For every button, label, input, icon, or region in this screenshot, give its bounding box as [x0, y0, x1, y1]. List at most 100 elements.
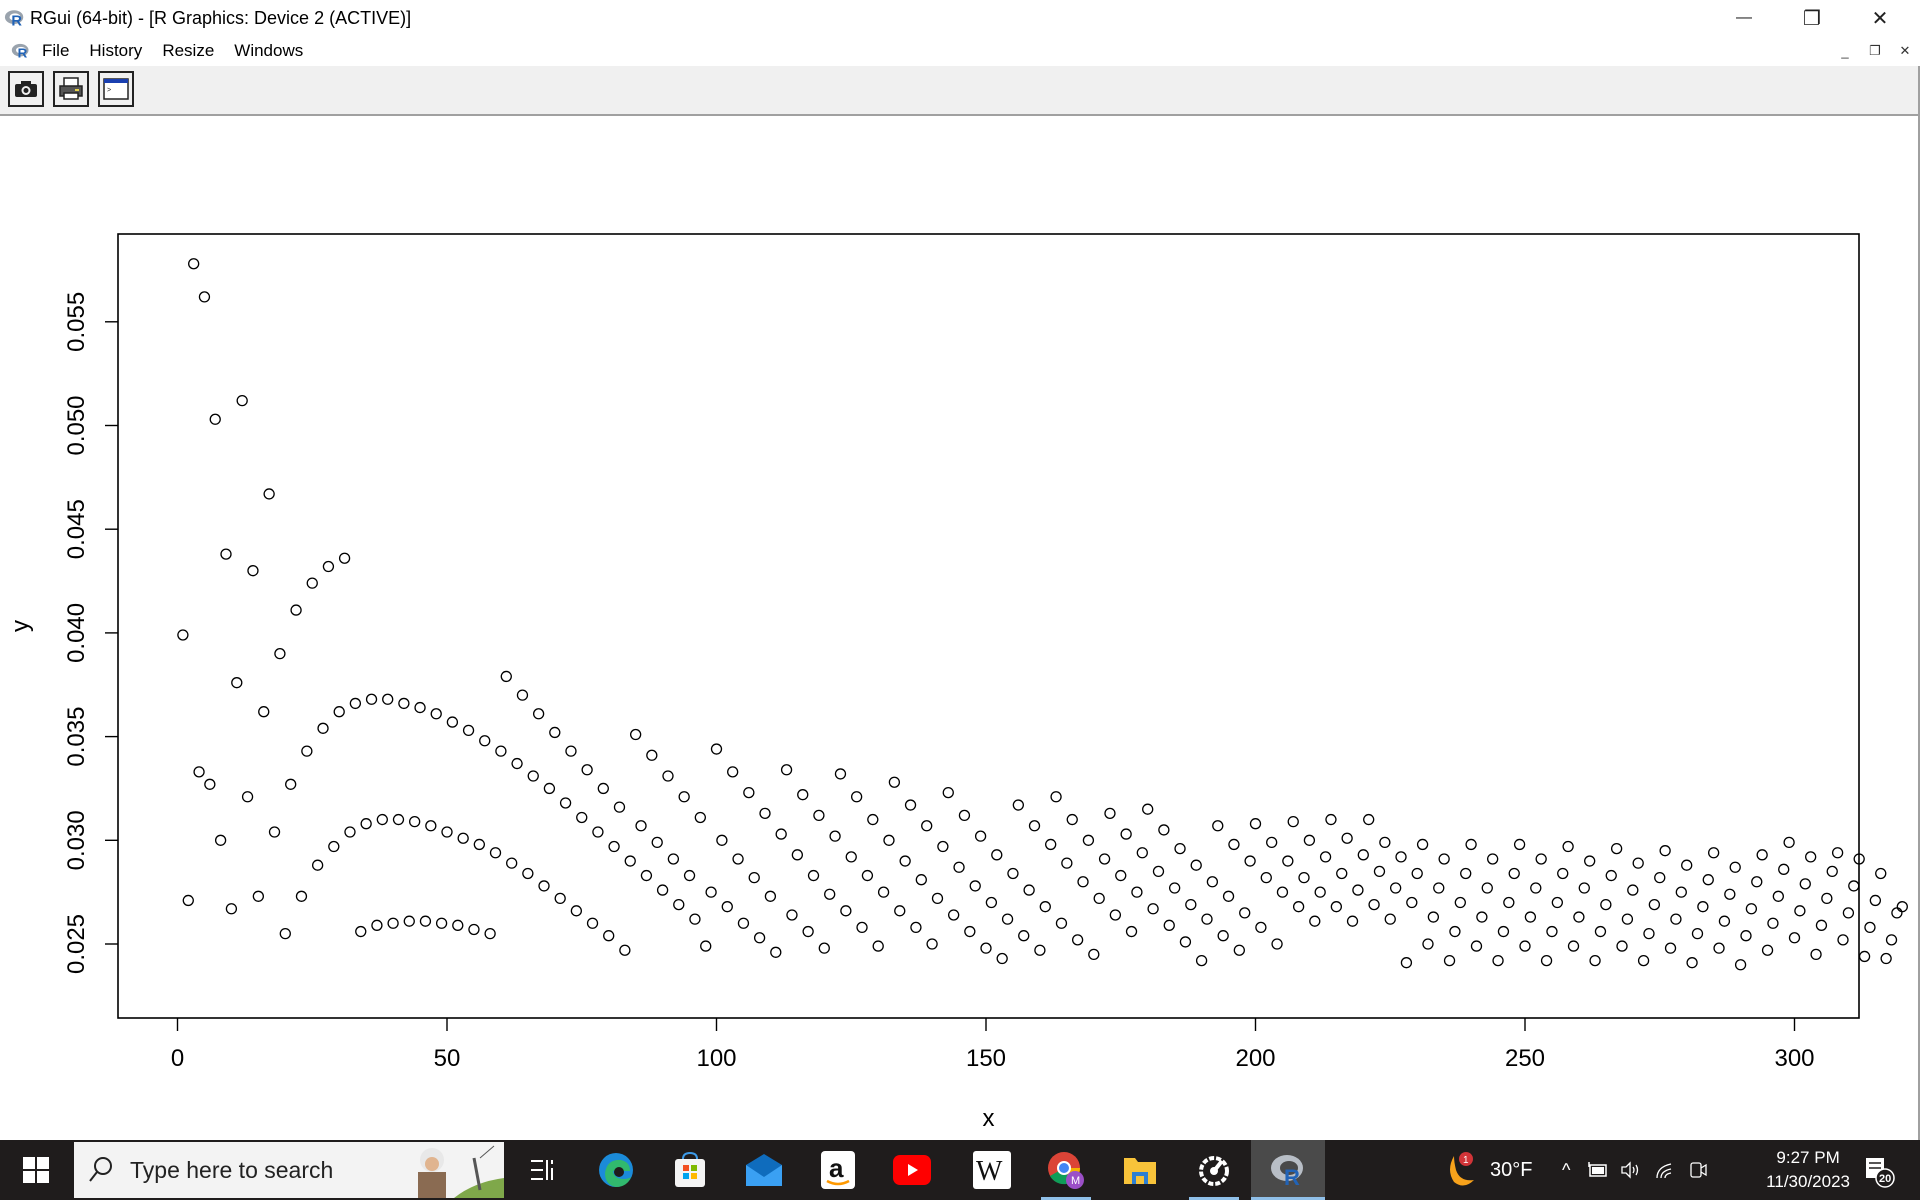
menu-file[interactable]: File [32, 41, 79, 61]
data-point [1357, 849, 1369, 861]
data-point [1255, 921, 1267, 934]
scatter-plot: 0 50 100 150 200 250 300 0.025 0.030 0.035 0.040 0.… [7, 233, 1908, 1132]
notification-count: 20 [1879, 1173, 1891, 1185]
data-point [1503, 896, 1515, 909]
y-tick-label: 0.035 [63, 707, 90, 767]
x-tick-label: 150 [966, 1045, 1006, 1072]
data-point [1061, 857, 1073, 869]
speedometer-app-button[interactable] [1177, 1140, 1251, 1200]
data-point [834, 768, 847, 780]
data-point [1271, 938, 1283, 950]
r-menu-icon[interactable]: R [10, 41, 32, 61]
mail-button[interactable] [727, 1140, 801, 1200]
data-point [1470, 940, 1483, 952]
data-point [1476, 911, 1488, 923]
data-point [365, 693, 378, 705]
wikipedia-button[interactable]: W [955, 1140, 1029, 1200]
copy-image-button[interactable] [8, 71, 44, 107]
data-point [915, 874, 927, 886]
x-tick-label: 0 [171, 1045, 184, 1072]
close-button[interactable]: ✕ [1846, 0, 1914, 36]
data-point [328, 840, 340, 853]
search-box[interactable]: Type here to search [74, 1142, 504, 1198]
data-point [678, 791, 690, 803]
data-point [850, 791, 863, 803]
close-icon: ✕ [1871, 7, 1889, 30]
data-point [1627, 884, 1639, 896]
data-point [1389, 882, 1402, 894]
data-point [1352, 884, 1364, 896]
wifi-icon[interactable] [1654, 1161, 1676, 1179]
data-point [1842, 907, 1855, 919]
show-hidden-icons-chevron-icon[interactable]: ^ [1562, 1160, 1570, 1181]
data-point [592, 826, 604, 838]
data-point [1330, 901, 1342, 913]
edge-button[interactable] [579, 1140, 653, 1200]
data-point [613, 801, 626, 813]
data-point [1589, 954, 1601, 967]
data-point [1233, 944, 1245, 956]
data-point [651, 836, 663, 849]
data-point [1632, 857, 1644, 869]
data-point [619, 944, 631, 956]
mdi-close-button[interactable]: ✕ [1894, 40, 1916, 62]
data-point [662, 770, 674, 782]
volume-icon[interactable] [1620, 1161, 1642, 1179]
r-gui-icon: R [1271, 1155, 1303, 1188]
print-button[interactable] [53, 71, 89, 107]
task-view-button[interactable] [505, 1140, 579, 1200]
data-point [382, 693, 394, 705]
data-point [247, 565, 259, 577]
restore-button[interactable]: ❐ [1778, 0, 1846, 36]
data-point [1028, 820, 1041, 832]
console-button[interactable]: > [98, 71, 134, 107]
minimize-button[interactable]: — [1710, 0, 1778, 36]
data-point [942, 786, 954, 799]
mdi-restore-button[interactable]: ❐ [1864, 40, 1886, 62]
weather-temp: 30°F [1490, 1158, 1533, 1181]
y-tick-label: 0.050 [63, 395, 90, 455]
speedometer-icon [1199, 1156, 1229, 1186]
data-point [1460, 867, 1472, 880]
data-point [1341, 832, 1353, 844]
data-point [1481, 882, 1493, 894]
data-point [506, 857, 518, 869]
start-button[interactable] [0, 1140, 72, 1200]
notification-center-button[interactable]: 20 [1858, 1140, 1898, 1200]
store-button[interactable] [653, 1140, 727, 1200]
data-point [1848, 880, 1860, 892]
data-point [1201, 913, 1213, 925]
amazon-button[interactable]: a [801, 1140, 875, 1200]
youtube-icon [893, 1155, 931, 1185]
data-point [1260, 871, 1272, 884]
data-point [1195, 954, 1208, 967]
x-tick-label: 250 [1505, 1045, 1545, 1072]
weather-widget[interactable]: 1 30°F [1440, 1140, 1532, 1200]
data-point [764, 890, 777, 902]
data-point [1605, 869, 1617, 882]
data-point [1088, 948, 1100, 961]
data-point [1023, 884, 1035, 896]
battery-icon[interactable] [1586, 1161, 1608, 1179]
wikipedia-icon: W [973, 1151, 1011, 1189]
menu-resize[interactable]: Resize [152, 41, 224, 61]
data-point [500, 670, 512, 683]
youtube-button[interactable] [875, 1140, 949, 1200]
data-point [462, 724, 475, 737]
menu-history[interactable]: History [79, 41, 152, 61]
menu-windows[interactable]: Windows [224, 41, 313, 61]
data-point [576, 811, 588, 824]
chrome-button[interactable]: M [1029, 1140, 1103, 1200]
search-icon [89, 1157, 112, 1182]
data-point [861, 869, 874, 882]
data-point [991, 849, 1003, 861]
mdi-minimize-button[interactable]: _ [1834, 40, 1856, 62]
clock[interactable]: 9:27 PM 11/30/2023 [1766, 1146, 1850, 1194]
data-point [1136, 847, 1148, 859]
y-tick-label: 0.055 [63, 292, 90, 352]
data-point [527, 770, 539, 782]
menu-bar: R File History Resize Windows [0, 36, 1920, 67]
meet-now-icon[interactable] [1688, 1159, 1708, 1181]
r-gui-taskbar-button[interactable]: R [1251, 1140, 1325, 1200]
file-explorer-button[interactable] [1103, 1140, 1177, 1200]
